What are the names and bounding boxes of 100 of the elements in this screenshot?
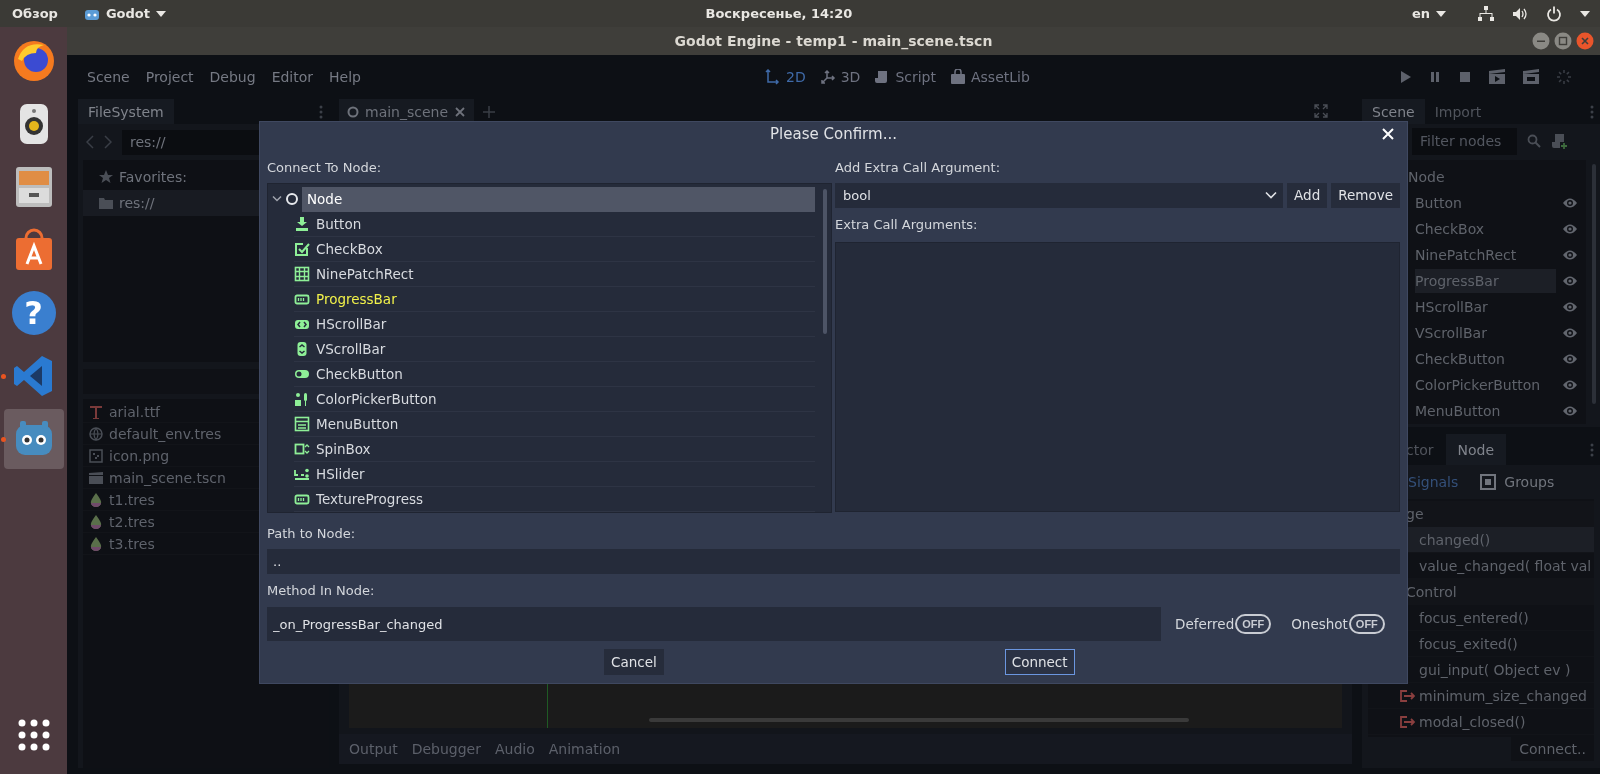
- tree-item[interactable]: MenuButton: [1415, 399, 1556, 423]
- power-icon[interactable]: [1546, 5, 1562, 22]
- font-icon: [89, 404, 103, 419]
- workspace-tab[interactable]: Script: [874, 69, 936, 85]
- app-menu[interactable]: Godot: [83, 6, 166, 21]
- tree-item[interactable]: SpinBox: [294, 436, 815, 462]
- tree-item[interactable]: VScrollBar: [1415, 321, 1556, 345]
- connect-button[interactable]: Connect..: [1511, 737, 1594, 761]
- dock-tab[interactable]: Import: [1424, 99, 1492, 124]
- signal-item[interactable]: modal_closed(): [1368, 709, 1594, 735]
- add-button[interactable]: Add: [1287, 182, 1328, 208]
- tree-item[interactable]: TextureProgress: [294, 486, 815, 512]
- eye-icon[interactable]: [1562, 223, 1578, 235]
- color-picker-icon: [294, 390, 310, 407]
- workspace-tab[interactable]: 2D: [765, 69, 806, 85]
- tree-item[interactable]: MenuButton: [294, 411, 815, 437]
- maximize-button[interactable]: [1554, 32, 1572, 50]
- eye-icon[interactable]: [1562, 327, 1578, 339]
- tree-item[interactable]: ProgressBar: [1415, 269, 1556, 293]
- tree-item[interactable]: HScrollBar: [294, 311, 815, 337]
- script-add-icon[interactable]: [1551, 133, 1567, 149]
- eye-icon[interactable]: [1562, 353, 1578, 365]
- search-icon[interactable]: [1527, 134, 1541, 148]
- app-grid-icon[interactable]: [16, 718, 51, 752]
- circle-icon: [285, 192, 299, 207]
- play-icon[interactable]: [1398, 70, 1412, 84]
- stop-icon[interactable]: [1458, 70, 1472, 84]
- mode-tab[interactable]: Groups: [1480, 474, 1555, 490]
- dock-tab[interactable]: Node: [1445, 434, 1507, 465]
- clapperboard-icon[interactable]: [1488, 69, 1506, 85]
- panel-tab[interactable]: Debugger: [411, 741, 481, 757]
- connect-button[interactable]: Connect: [1004, 649, 1075, 676]
- tree-item[interactable]: NinePatchRect: [1415, 243, 1556, 267]
- dock-tab[interactable]: FileSystem: [78, 99, 174, 124]
- eye-icon[interactable]: [1562, 197, 1578, 209]
- eye-icon[interactable]: [1562, 301, 1578, 313]
- scrollbar[interactable]: [823, 188, 827, 334]
- checkbox-icon: [294, 240, 310, 257]
- image-icon: [89, 448, 103, 463]
- method-field[interactable]: _on_ProgressBar_changed: [267, 607, 1161, 642]
- menu-item[interactable]: Scene: [87, 67, 130, 87]
- tree-item[interactable]: CheckButton: [294, 361, 815, 387]
- tree-item[interactable]: CheckButton: [1415, 347, 1556, 371]
- more-options-icon[interactable]: [319, 104, 323, 119]
- launcher-app[interactable]: [3, 409, 64, 469]
- clapperboard-icon[interactable]: [1522, 69, 1540, 85]
- tree-item[interactable]: ProgressBar: [294, 286, 815, 312]
- tree-item[interactable]: ColorPickerButton: [1415, 373, 1556, 397]
- panel-tab[interactable]: Output: [349, 741, 398, 757]
- workspace-tab[interactable]: AssetLib: [950, 69, 1030, 85]
- network-icon[interactable]: [1478, 5, 1494, 22]
- tree-item[interactable]: CheckBox: [1415, 217, 1556, 241]
- workspace-tab[interactable]: 3D: [819, 69, 861, 85]
- activities-button[interactable]: Обзор: [12, 6, 58, 21]
- tree-item[interactable]: Button: [294, 211, 815, 237]
- eye-icon[interactable]: [1562, 275, 1578, 287]
- menu-item[interactable]: Project: [145, 67, 194, 87]
- caret-icon: [1436, 10, 1446, 17]
- tree-item[interactable]: Button: [1415, 191, 1556, 215]
- pause-icon[interactable]: [1428, 70, 1442, 84]
- eye-icon[interactable]: [1562, 405, 1578, 417]
- mode-tab[interactable]: Signals: [1408, 474, 1459, 490]
- tree-item[interactable]: HScrollBar: [1415, 295, 1556, 319]
- more-options-icon[interactable]: [1590, 442, 1594, 457]
- close-icon[interactable]: [1380, 126, 1396, 142]
- menu-item[interactable]: Help: [329, 67, 361, 87]
- eye-icon[interactable]: [1562, 249, 1578, 261]
- menu-item[interactable]: Debug: [209, 67, 256, 87]
- launcher-app[interactable]: ?: [3, 283, 64, 343]
- tree-item[interactable]: HSlider: [294, 461, 815, 487]
- download-icon: [294, 215, 310, 232]
- language-menu[interactable]: en: [1411, 6, 1446, 21]
- toggle-switch[interactable]: OFF: [1235, 614, 1272, 635]
- tree-item[interactable]: ColorPickerButton: [294, 386, 815, 412]
- dialog-title: Please Confirm...: [770, 125, 897, 144]
- drop-icon: [89, 514, 103, 529]
- node-tree[interactable]: Node Button CheckBox NinePatchRect ProgressBar HScrollBar VScrollBar CheckButton ColorPickerButton MenuButton SpinBox HSlider TextureProgress: [267, 182, 832, 513]
- fullscreen-icon[interactable]: [1314, 104, 1328, 118]
- panel-tab[interactable]: Animation: [548, 741, 621, 757]
- remove-button[interactable]: Remove: [1331, 182, 1400, 208]
- minimize-button[interactable]: [1532, 32, 1550, 50]
- type-dropdown[interactable]: bool: [835, 182, 1284, 208]
- menu-item[interactable]: Editor: [271, 67, 314, 87]
- tree-item[interactable]: CheckBox: [294, 236, 815, 262]
- close-button[interactable]: [1576, 32, 1594, 50]
- eye-icon[interactable]: [1562, 379, 1578, 391]
- tree-item[interactable]: VScrollBar: [294, 336, 815, 362]
- toggle-switch[interactable]: OFF: [1348, 614, 1385, 635]
- clock[interactable]: Воскресенье, 14:20: [705, 6, 853, 21]
- cancel-button[interactable]: Cancel: [604, 649, 664, 676]
- caret-icon[interactable]: [1580, 10, 1590, 17]
- panel-tab[interactable]: Audio: [494, 741, 535, 757]
- chevron-down-icon[interactable]: [272, 195, 282, 204]
- filter-field[interactable]: Filter nodes: [1412, 127, 1517, 155]
- path-field[interactable]: ..: [267, 548, 1400, 574]
- tree-item[interactable]: Node: [302, 186, 815, 212]
- tree-item[interactable]: NinePatchRect: [294, 261, 815, 287]
- more-options-icon[interactable]: [1590, 104, 1594, 119]
- toggle-label: Oneshot: [1291, 616, 1348, 633]
- volume-icon[interactable]: [1512, 6, 1528, 21]
